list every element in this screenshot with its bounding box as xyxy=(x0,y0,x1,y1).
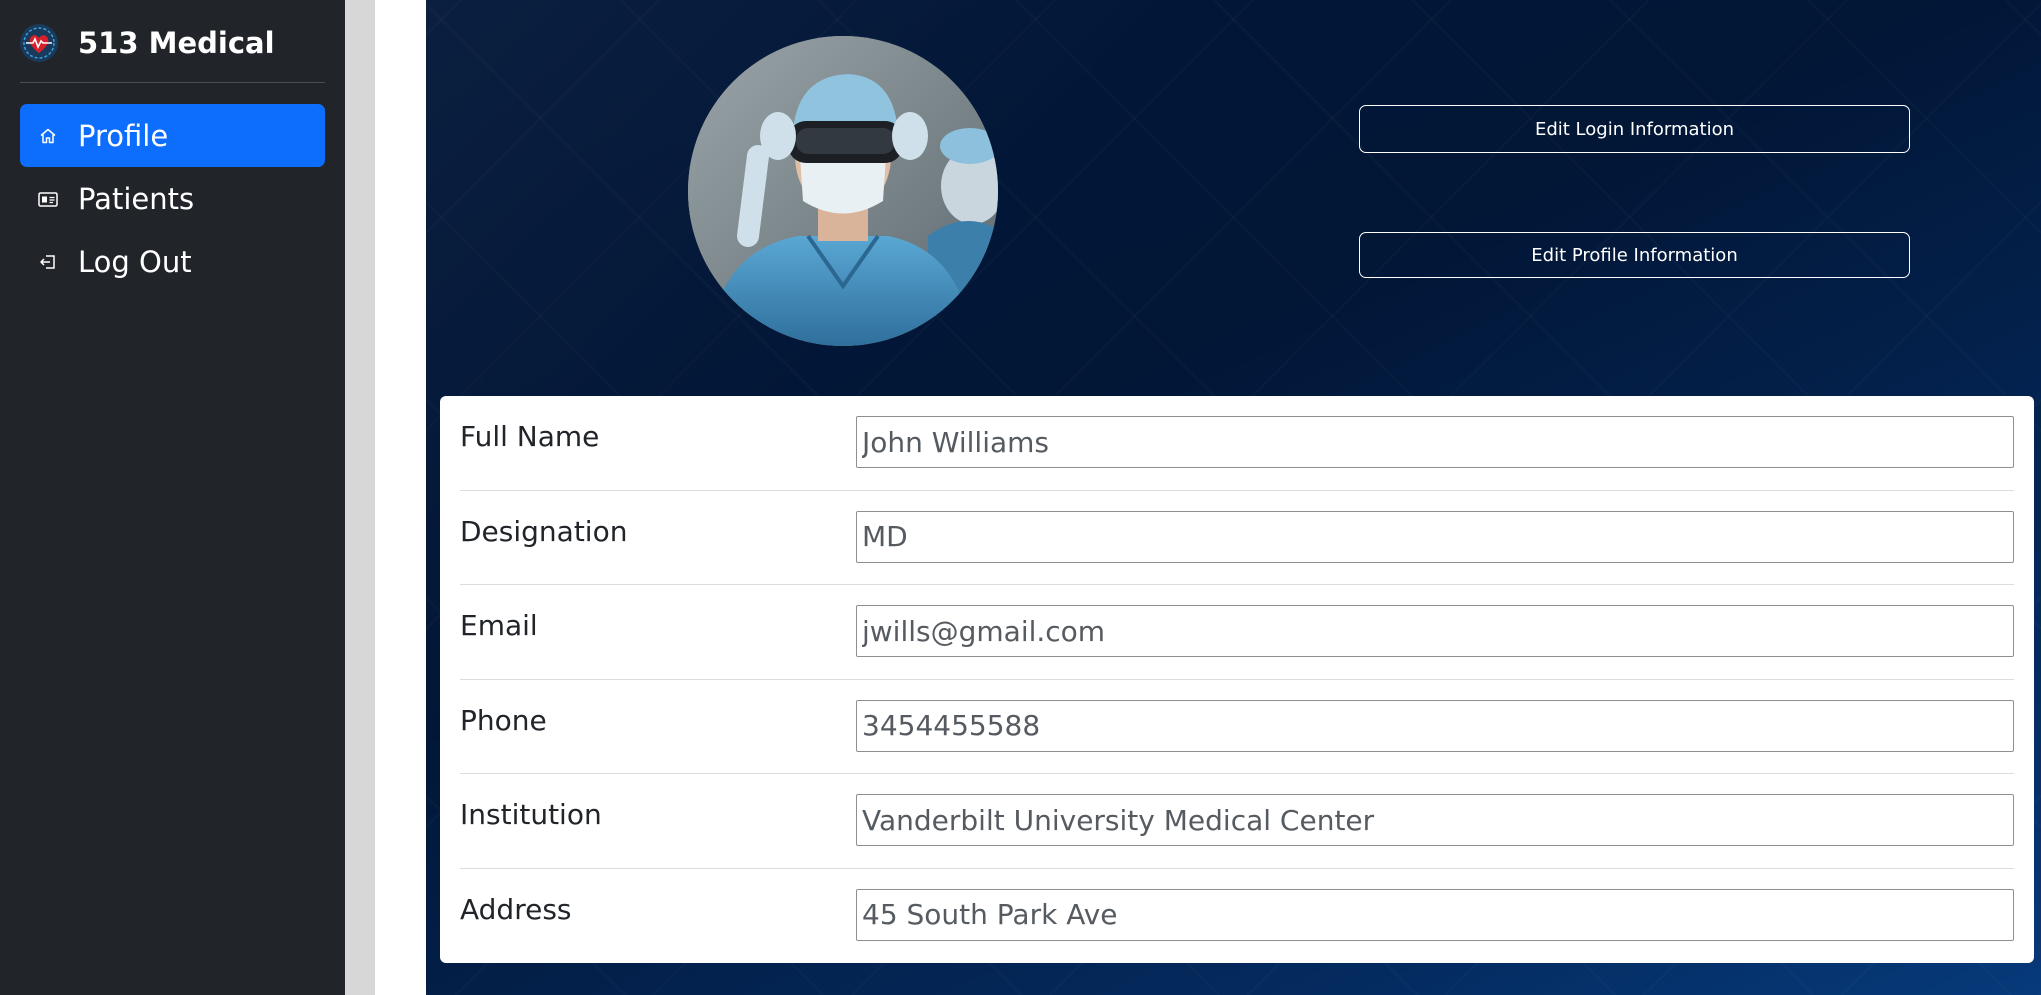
profile-row-full-name: Full Name xyxy=(460,396,2014,491)
id-card-icon xyxy=(36,187,60,211)
field-label: Email xyxy=(460,609,538,642)
designation-field[interactable] xyxy=(856,510,2014,563)
brand-divider xyxy=(20,82,325,83)
sidebar-item-label: Profile xyxy=(78,118,169,153)
phone-field[interactable] xyxy=(856,699,2014,752)
profile-row-phone: Phone xyxy=(460,680,2014,774)
doctor-photo xyxy=(688,36,998,346)
sidebar-item-profile[interactable]: Profile xyxy=(20,104,325,167)
full-name-field[interactable] xyxy=(856,416,2014,468)
edit-profile-button[interactable]: Edit Profile Information xyxy=(1359,232,1910,278)
profile-hero: Edit Login Information Edit Profile Info… xyxy=(426,0,2041,995)
profile-row-email: Email xyxy=(460,585,2014,680)
brand-name: 513 Medical xyxy=(78,26,275,60)
content-gutter xyxy=(375,0,426,995)
sidebar: 513 Medical Profile Patients Log Out xyxy=(0,0,345,995)
logout-icon xyxy=(36,250,60,274)
profile-row-address: Address xyxy=(460,869,2014,964)
brand[interactable]: 513 Medical xyxy=(18,22,275,64)
field-label: Address xyxy=(460,892,572,926)
sidebar-item-logout[interactable]: Log Out xyxy=(20,230,325,293)
field-label: Phone xyxy=(460,703,547,737)
email-field[interactable] xyxy=(856,605,2014,657)
sidebar-item-label: Patients xyxy=(78,181,195,216)
profile-card: Full Name Designation Email Phone Instit… xyxy=(440,396,2034,963)
institution-field[interactable] xyxy=(856,794,2014,846)
profile-row-institution: Institution xyxy=(460,774,2014,869)
sidebar-gutter xyxy=(345,0,375,995)
avatar xyxy=(688,36,998,346)
field-label: Designation xyxy=(460,514,628,548)
sidebar-item-label: Log Out xyxy=(78,244,192,279)
profile-row-designation: Designation xyxy=(460,491,2014,585)
field-label: Full Name xyxy=(460,420,600,453)
home-icon xyxy=(36,124,60,148)
edit-login-button[interactable]: Edit Login Information xyxy=(1359,105,1910,153)
address-field[interactable] xyxy=(856,888,2014,941)
sidebar-item-patients[interactable]: Patients xyxy=(20,167,325,230)
sidebar-nav: Profile Patients Log Out xyxy=(20,104,325,293)
field-label: Institution xyxy=(460,798,602,831)
heart-logo-icon xyxy=(20,24,58,62)
